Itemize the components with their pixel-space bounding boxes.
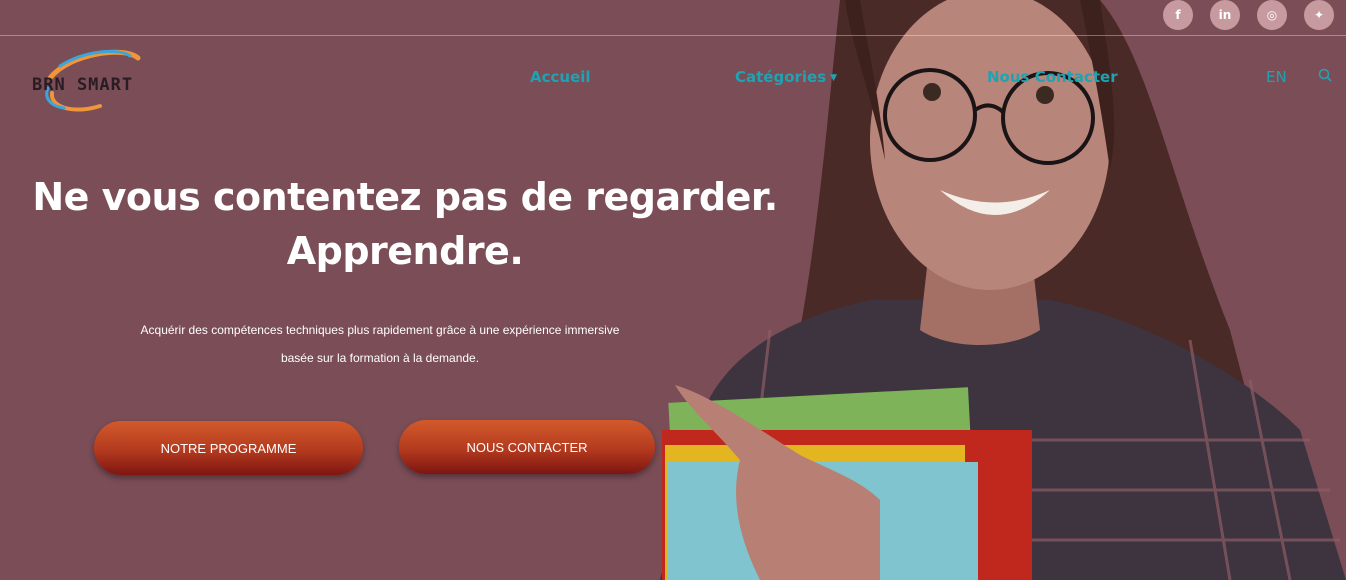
hero-image [630, 0, 1346, 580]
twitter-icon[interactable]: ✦ [1304, 0, 1334, 30]
headline-line-2: Apprendre. [286, 229, 524, 273]
nav-categories-label: Catégories [735, 68, 827, 86]
facebook-icon[interactable]: f [1163, 0, 1193, 30]
language-switch[interactable]: EN [1266, 68, 1287, 86]
linkedin-icon[interactable]: in [1210, 0, 1240, 30]
hero-subtext: Acquérir des compétences techniques plus… [100, 316, 660, 372]
brand-logo[interactable]: BRN SMART [30, 48, 180, 116]
social-links: f in ◎ ✦ [1163, 0, 1334, 30]
chevron-down-icon: ▼ [830, 73, 838, 83]
logo-text: BRN SMART [32, 75, 134, 95]
hero-headline: Ne vous contentez pas de regarder. Appre… [30, 170, 780, 278]
instagram-icon[interactable]: ◎ [1257, 0, 1287, 30]
nav-contact[interactable]: Nous Contacter [987, 68, 1118, 86]
nav-categories[interactable]: Catégories ▼ [735, 68, 837, 86]
our-program-button[interactable]: NOTRE PROGRAMME [94, 421, 363, 475]
search-icon[interactable] [1318, 68, 1334, 84]
subtext-line-2: basée sur la formation à la demande. [280, 351, 480, 365]
nav-home[interactable]: Accueil [530, 68, 591, 86]
contact-us-button[interactable]: NOUS CONTACTER [399, 420, 655, 474]
subtext-line-1: Acquérir des compétences techniques plus… [140, 323, 620, 337]
top-bar: f in ◎ ✦ [0, 0, 1346, 36]
headline-line-1: Ne vous contentez pas de regarder. [32, 175, 778, 219]
